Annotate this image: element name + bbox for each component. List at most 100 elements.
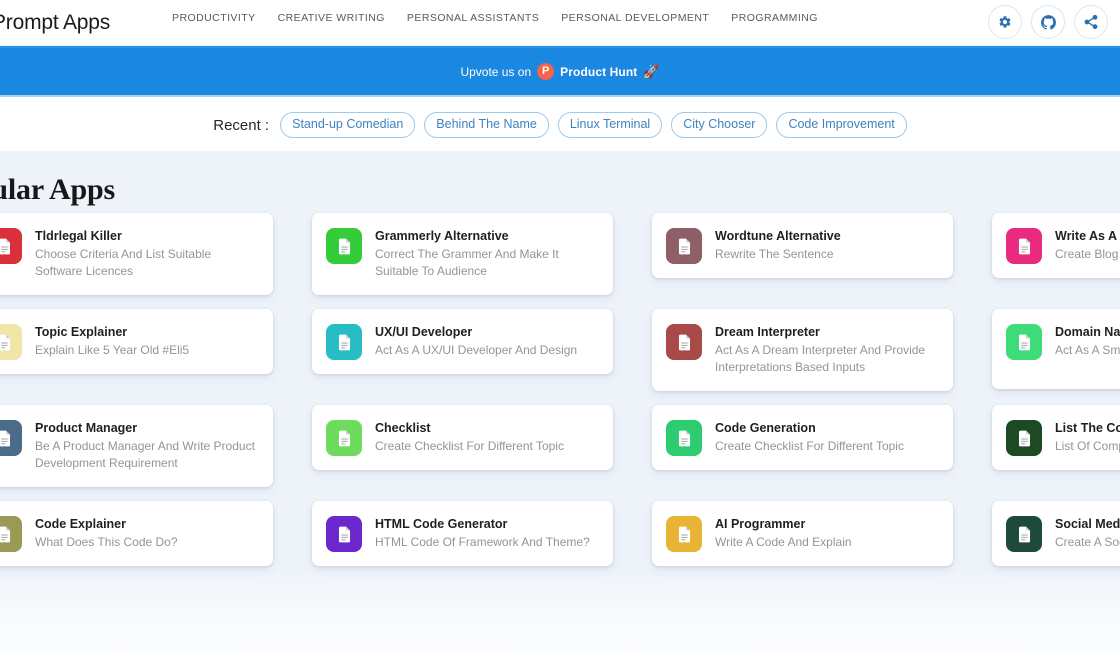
app-card-text: List The Competitors List Of Competitors <box>1055 419 1120 455</box>
document-icon <box>1006 420 1042 456</box>
app-card-description: Create A Social Media Post <box>1055 534 1120 549</box>
app-card-text: Grammerly Alternative Correct The Grammer… <box>375 227 599 281</box>
app-card-text: Dream Interpreter Act As A Dream Interpre… <box>715 323 939 377</box>
app-card-description: Explain Like 5 Year Old #Eli5 <box>35 342 190 357</box>
app-card-text: Code Explainer What Does This Code Do? <box>35 515 178 551</box>
app-card-description: Write A Code And Explain <box>715 534 852 549</box>
app-card-list-the-competitors[interactable]: List The Competitors List Of Competitors <box>992 405 1120 470</box>
app-card-description: Act As A UX/UI Developer And Design <box>375 342 578 357</box>
app-card-dream-interpreter[interactable]: Dream Interpreter Act As A Dream Interpre… <box>652 309 953 391</box>
document-icon <box>0 324 22 360</box>
app-card-title: Wordtune Alternative <box>715 229 841 243</box>
app-card-description: Create Checklist For Different Topic <box>715 438 904 453</box>
document-icon <box>326 228 362 264</box>
product-hunt-badge-icon: P <box>537 63 555 80</box>
recent-chip-code-improvement[interactable]: Code Improvement <box>776 112 907 138</box>
app-card-tldrlegal-killer[interactable]: Tldrlegal Killer Choose Criteria And List… <box>0 213 273 295</box>
app-card-title: Dream Interpreter <box>715 325 820 339</box>
app-card-description: Correct The Grammer And Make It Suitable… <box>375 246 559 279</box>
document-icon <box>1006 324 1042 360</box>
recent-chip-stand-up-comedian[interactable]: Stand-up Comedian <box>280 112 416 138</box>
share-button[interactable] <box>1074 5 1108 39</box>
app-card-title: Domain Name Generator <box>1055 325 1120 339</box>
recent-bar: Recent : Stand-up Comedian Behind The Na… <box>0 99 1120 151</box>
app-card-title: Social Media Post <box>1055 517 1120 531</box>
app-card-title: Topic Explainer <box>35 325 128 339</box>
nav-item-programming[interactable]: PROGRAMMING <box>731 12 818 24</box>
app-card-description: Create Blog Meta <box>1055 246 1120 261</box>
app-card-domain-name-generator[interactable]: Domain Name Generator Act As A Smart Doma… <box>992 309 1120 389</box>
settings-button[interactable] <box>988 5 1022 39</box>
document-icon <box>0 516 22 552</box>
product-hunt-label: Product Hunt <box>560 64 638 79</box>
nav-item-productivity[interactable]: PRODUCTIVITY <box>172 12 256 24</box>
app-card-description: Act As A Dream Interpreter And Provide I… <box>715 342 926 375</box>
app-card-ai-programmer[interactable]: AI Programmer Write A Code And Explain <box>652 501 953 566</box>
product-hunt-banner[interactable]: Upvote us on P Product Hunt 🚀 <box>0 46 1120 97</box>
app-card-text: AI Programmer Write A Code And Explain <box>715 515 852 551</box>
recent-chip-linux-terminal[interactable]: Linux Terminal <box>557 112 663 138</box>
product-hunt-link[interactable]: Upvote us on P Product Hunt 🚀 <box>460 63 660 80</box>
app-card-ux-ui-developer[interactable]: UX/UI Developer Act As A UX/UI Developer … <box>312 309 613 374</box>
nav-item-personal-assistants[interactable]: PERSONAL ASSISTANTS <box>407 12 539 24</box>
document-icon <box>1006 516 1042 552</box>
app-card-checklist[interactable]: Checklist Create Checklist For Different … <box>312 405 613 470</box>
app-card-text: Checklist Create Checklist For Different … <box>375 419 564 455</box>
app-card-code-generation[interactable]: Code Generation Create Checklist For Diff… <box>652 405 953 470</box>
recent-chip-behind-the-name[interactable]: Behind The Name <box>424 112 549 138</box>
github-button[interactable] <box>1031 5 1065 39</box>
app-card-text: Tldrlegal Killer Choose Criteria And List… <box>35 227 259 281</box>
document-icon <box>666 324 702 360</box>
app-card-text: Domain Name Generator Act As A Smart Doma… <box>1055 323 1120 359</box>
app-card-wordtune-alternative[interactable]: Wordtune Alternative Rewrite The Sentence <box>652 213 953 278</box>
app-card-text: UX/UI Developer Act As A UX/UI Developer … <box>375 323 577 359</box>
app-card-text: HTML Code Generator HTML Code Of Framewor… <box>375 515 590 551</box>
app-card-description: Rewrite The Sentence <box>715 246 834 261</box>
app-card-description: Act As A Smart Domain Suggest <box>1055 342 1120 357</box>
app-card-text: Code Generation Create Checklist For Diff… <box>715 419 904 455</box>
app-card-text: Product Manager Be A Product Manager And … <box>35 419 259 473</box>
document-icon <box>0 228 22 264</box>
page-title: Popular Apps <box>0 173 115 206</box>
app-card-text: Wordtune Alternative Rewrite The Sentence <box>715 227 841 263</box>
app-card-html-code-generator[interactable]: HTML Code Generator HTML Code Of Framewor… <box>312 501 613 566</box>
app-card-title: HTML Code Generator <box>375 517 508 531</box>
app-card-grammerly-alternative[interactable]: Grammerly Alternative Correct The Grammer… <box>312 213 613 295</box>
app-card-product-manager[interactable]: Product Manager Be A Product Manager And … <box>0 405 273 487</box>
app-card-title: AI Programmer <box>715 517 806 531</box>
app-card-topic-explainer[interactable]: Topic Explainer Explain Like 5 Year Old #… <box>0 309 273 374</box>
document-icon <box>1006 228 1042 264</box>
app-card-title: Code Explainer <box>35 517 126 531</box>
app-card-title: Tldrlegal Killer <box>35 229 122 243</box>
app-card-title: Checklist <box>375 421 431 435</box>
app-card-social-media-post[interactable]: Social Media Post Create A Social Media P… <box>992 501 1120 566</box>
brand-logo[interactable]: Prompt Apps <box>0 11 110 35</box>
app-card-write-as-a-blogger[interactable]: Write As A Blogger Create Blog Meta <box>992 213 1120 278</box>
app-card-description: What Does This Code Do? <box>35 534 178 549</box>
app-card-title: Grammerly Alternative <box>375 229 509 243</box>
nav-item-creative-writing[interactable]: CREATIVE WRITING <box>278 12 385 24</box>
app-card-title: Product Manager <box>35 421 138 435</box>
header-actions <box>988 5 1108 39</box>
document-icon <box>666 420 702 456</box>
app-card-text: Social Media Post Create A Social Media P… <box>1055 515 1120 551</box>
document-icon <box>326 516 362 552</box>
recent-label: Recent : <box>213 116 270 134</box>
document-icon <box>0 420 22 456</box>
app-card-description: HTML Code Of Framework And Theme? <box>375 534 590 549</box>
main-nav: PRODUCTIVITY CREATIVE WRITING PERSONAL A… <box>172 12 818 24</box>
app-card-code-explainer[interactable]: Code Explainer What Does This Code Do? <box>0 501 273 566</box>
document-icon <box>666 516 702 552</box>
app-card-grid: Tldrlegal Killer Choose Criteria And List… <box>0 213 1120 597</box>
gear-icon <box>997 14 1013 30</box>
page-root: Prompt Apps PRODUCTIVITY CREATIVE WRITIN… <box>0 0 1120 652</box>
app-card-description: Be A Product Manager And Write Product D… <box>35 438 255 471</box>
github-icon <box>1040 14 1057 31</box>
site-header: Prompt Apps PRODUCTIVITY CREATIVE WRITIN… <box>0 0 1120 46</box>
app-card-description: Create Checklist For Different Topic <box>375 438 564 453</box>
main-content: Popular Apps Tldrlegal Killer Choose Crit… <box>0 151 1120 652</box>
rocket-icon: 🚀 <box>643 63 660 79</box>
app-card-title: UX/UI Developer <box>375 325 473 339</box>
recent-chip-city-chooser[interactable]: City Chooser <box>671 112 768 138</box>
nav-item-personal-development[interactable]: PERSONAL DEVELOPMENT <box>561 12 709 24</box>
